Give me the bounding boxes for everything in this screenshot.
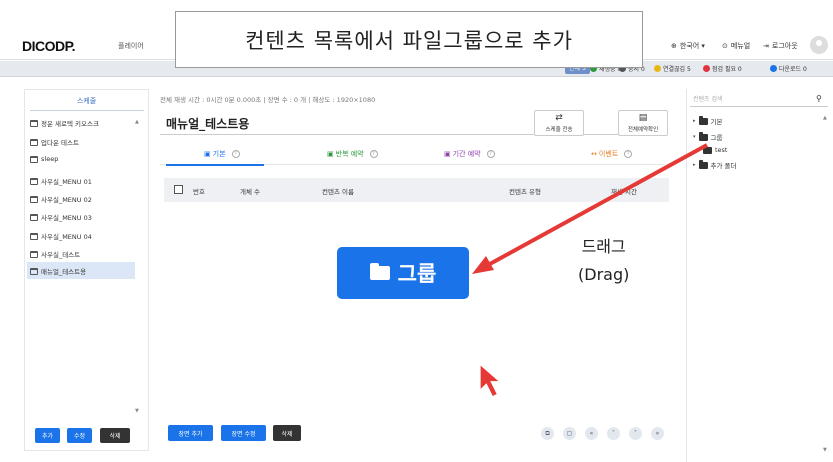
drag-arrowhead xyxy=(472,256,494,274)
screen: DICODP. 플레이어 ⊕ 한국어 ▾ ⊙ 메뉴얼 ⇥ 로그아웃 전체 5 재생중 … xyxy=(0,0,833,462)
dragged-group-folder[interactable]: 그룹 xyxy=(337,247,469,299)
drag-label: 드래그 (Drag) xyxy=(578,237,630,284)
drag-arrow-overlay xyxy=(472,143,708,398)
cursor-icon xyxy=(479,362,502,398)
folder-icon xyxy=(369,263,390,280)
instruction-banner: 컨텐츠 목록에서 파일그룹으로 추가 xyxy=(175,11,643,68)
